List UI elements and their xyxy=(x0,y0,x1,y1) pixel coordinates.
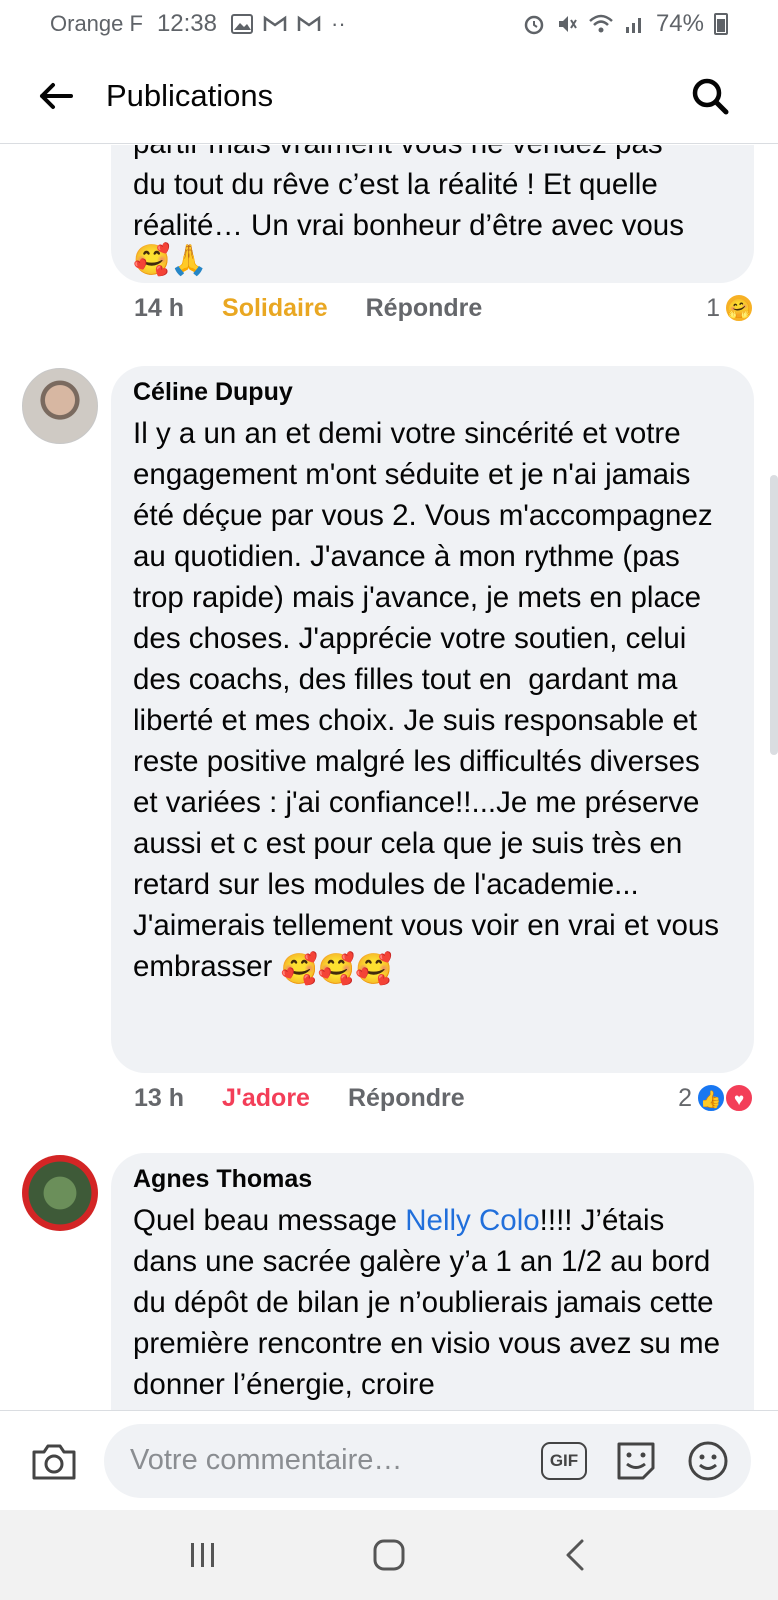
comment-partial-text: partir mais vraiment vous ne vendez pas xyxy=(133,145,663,160)
battery-percent: 74% xyxy=(655,10,704,37)
wifi-icon xyxy=(589,14,613,33)
comment-author[interactable]: Agnes Thomas xyxy=(133,1165,732,1194)
gif-icon: GIF xyxy=(541,1441,587,1480)
sticker-icon xyxy=(617,1442,655,1479)
search-button[interactable] xyxy=(684,70,736,122)
comment-author[interactable]: Céline Dupuy xyxy=(133,378,732,407)
reaction-summary[interactable]: 2 👍 ♥ xyxy=(678,1083,754,1113)
reaction-summary[interactable]: 1 🤗 xyxy=(706,293,754,323)
emoji-icon xyxy=(688,1441,728,1480)
like-reaction-icon: 👍 xyxy=(696,1083,726,1113)
search-icon xyxy=(692,78,729,114)
comment-bubble[interactable]: Agnes Thomas Quel beau message Nelly Col… xyxy=(111,1153,754,1411)
comment-body: Quel beau message xyxy=(133,1204,406,1237)
page-title: Publications xyxy=(106,77,274,113)
android-nav-bar xyxy=(0,1510,778,1600)
reaction-button[interactable]: J'adore xyxy=(222,1084,310,1113)
love-reaction-icon: ♥ xyxy=(724,1083,754,1113)
comment-text: Quel beau message Nelly Colo!!!! J’étais… xyxy=(133,1200,732,1405)
recents-icon xyxy=(191,1543,214,1567)
gmail-notification-icon-2 xyxy=(297,15,321,31)
comment-body: du tout du rêve c’est la réalité ! Et qu… xyxy=(133,168,684,242)
reaction-button[interactable]: Solidaire xyxy=(222,294,328,323)
comment-input-box[interactable]: GIF xyxy=(104,1423,751,1498)
status-bar: Orange F 12:38 ·· 74% xyxy=(0,0,778,48)
emoji-text: 🥰🙏 xyxy=(133,244,208,277)
comment-time: 13 h xyxy=(134,1083,185,1112)
sticker-button[interactable] xyxy=(611,1436,661,1486)
carrier-name: Orange F xyxy=(50,11,143,36)
emoji-text: 🥰🥰🥰 xyxy=(280,953,393,986)
comment-bubble[interactable]: Céline Dupuy Il y a un an et demi votre … xyxy=(111,366,754,1073)
clock: 12:38 xyxy=(156,10,217,37)
back-button[interactable] xyxy=(30,70,82,122)
gif-button[interactable]: GIF xyxy=(539,1436,589,1486)
comment-text: Il y a un an et demi votre sincérité et … xyxy=(133,413,732,987)
scrollbar[interactable] xyxy=(770,475,778,755)
more-notifications-icon: ·· xyxy=(331,11,346,36)
emoji-button[interactable] xyxy=(683,1436,733,1486)
home-button[interactable] xyxy=(359,1525,419,1585)
gmail-notification-icon xyxy=(263,15,287,31)
comment-emojis: 🥰🙏 xyxy=(133,246,732,276)
camera-button[interactable] xyxy=(24,1431,84,1491)
battery-icon xyxy=(714,13,728,35)
arrow-left-icon xyxy=(40,82,73,109)
comment-body: Il y a un an et demi votre sincérité et … xyxy=(133,417,721,901)
camera-icon xyxy=(32,1444,76,1479)
comment-text: partir mais vraiment vous ne vendez pas … xyxy=(133,145,732,246)
comment-actions: 14 h Solidaire Répondre 1 🤗 xyxy=(134,293,754,323)
reaction-count: 1 xyxy=(706,293,720,322)
home-icon xyxy=(373,1539,405,1571)
recents-button[interactable] xyxy=(173,1525,233,1585)
nav-back-button[interactable] xyxy=(545,1525,605,1585)
gallery-notification-icon xyxy=(231,14,253,34)
comment-composer: GIF xyxy=(0,1410,778,1510)
avatar[interactable] xyxy=(22,1155,98,1231)
reply-button[interactable]: Répondre xyxy=(366,294,483,323)
comment-input[interactable] xyxy=(130,1444,517,1477)
user-mention[interactable]: Nelly Colo xyxy=(405,1204,539,1237)
signal-icon xyxy=(625,18,641,33)
comment-bubble[interactable]: partir mais vraiment vous ne vendez pas … xyxy=(111,145,754,283)
comments-feed[interactable]: partir mais vraiment vous ne vendez pas … xyxy=(0,145,778,1411)
comment-actions: 13 h J'adore Répondre 2 👍 ♥ xyxy=(134,1083,754,1113)
nav-back-icon xyxy=(566,1539,584,1571)
reaction-count: 2 xyxy=(678,1083,692,1112)
avatar[interactable] xyxy=(22,368,98,444)
reply-button[interactable]: Répondre xyxy=(348,1084,465,1113)
mute-icon xyxy=(558,16,577,32)
comment-time: 14 h xyxy=(134,293,185,322)
app-header: Publications xyxy=(0,48,778,144)
care-reaction-icon: 🤗 xyxy=(724,293,754,323)
alarm-icon xyxy=(524,15,544,35)
comment-body-2: J'aimerais tellement vous voir en vrai e… xyxy=(133,909,728,983)
